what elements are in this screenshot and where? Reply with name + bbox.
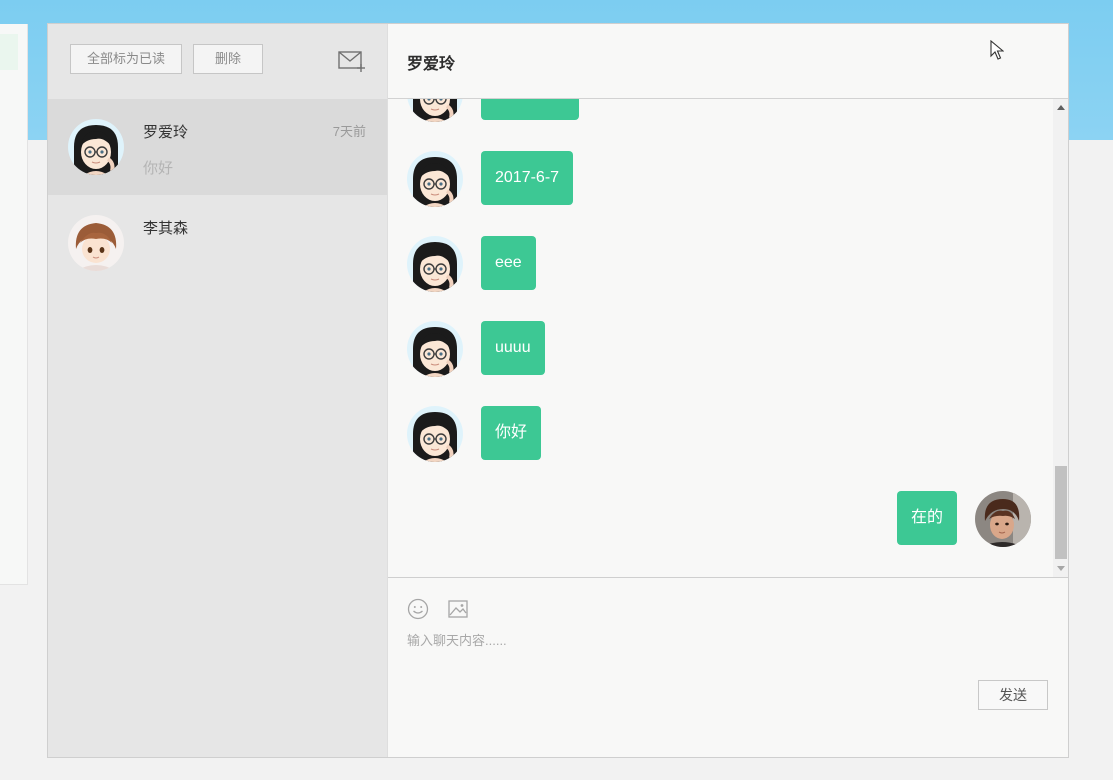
message-bubble: 你好 bbox=[481, 406, 542, 460]
message-bubble: uuuu bbox=[481, 321, 545, 375]
chat-header: 罗爱玲 bbox=[388, 24, 1068, 99]
conversation-item[interactable]: 李其森 bbox=[48, 195, 387, 291]
message-item: uuuu bbox=[388, 321, 1053, 377]
message-bubble: 在的 bbox=[896, 491, 957, 545]
message-item-self: 在的 bbox=[388, 491, 1053, 547]
scroll-thumb[interactable] bbox=[1055, 466, 1067, 559]
avatar bbox=[407, 151, 463, 207]
messenger-window: 全部标为已读 删除 罗爱玲 7天前 你好 李其森 罗爱玲 2017-6-7 ee… bbox=[47, 23, 1069, 758]
chat-panel: 罗爱玲 2017-6-7 eee uuuu 你好 在的 输入聊天内容......… bbox=[387, 24, 1068, 757]
message-item: eee bbox=[388, 236, 1053, 292]
chat-title: 罗爱玲 bbox=[407, 56, 456, 73]
emoji-icon[interactable] bbox=[407, 598, 429, 620]
conversation-preview: 你好 bbox=[143, 160, 174, 177]
message-scrollbar[interactable] bbox=[1053, 99, 1068, 577]
avatar bbox=[68, 119, 124, 175]
avatar bbox=[407, 321, 463, 377]
message-item bbox=[388, 99, 1053, 122]
mark-all-read-button[interactable]: 全部标为已读 bbox=[70, 44, 182, 74]
conversation-sidebar: 全部标为已读 删除 罗爱玲 7天前 你好 李其森 bbox=[48, 24, 387, 757]
message-list[interactable]: 2017-6-7 eee uuuu 你好 在的 bbox=[388, 99, 1069, 577]
image-icon[interactable] bbox=[447, 598, 469, 620]
avatar bbox=[68, 215, 124, 271]
message-bubble: eee bbox=[481, 236, 536, 290]
message-bubble: 2017-6-7 bbox=[481, 151, 574, 205]
mouse-cursor-icon bbox=[990, 40, 1004, 60]
compose-mail-icon[interactable] bbox=[338, 50, 366, 72]
message-input[interactable] bbox=[407, 630, 1047, 710]
background-card bbox=[0, 24, 28, 585]
scroll-up-icon[interactable] bbox=[1057, 105, 1065, 110]
scroll-down-icon[interactable] bbox=[1057, 566, 1065, 571]
avatar bbox=[407, 99, 463, 122]
conversation-name: 李其森 bbox=[143, 220, 189, 237]
message-bubble bbox=[481, 99, 579, 120]
avatar bbox=[407, 406, 463, 462]
conversation-item[interactable]: 罗爱玲 7天前 你好 bbox=[48, 99, 387, 195]
conversation-time: 7天前 bbox=[332, 124, 366, 139]
avatar bbox=[975, 491, 1031, 547]
send-button[interactable]: 发送 bbox=[978, 680, 1048, 710]
sidebar-toolbar: 全部标为已读 删除 bbox=[48, 24, 387, 99]
avatar bbox=[407, 236, 463, 292]
conversation-name: 罗爱玲 bbox=[143, 124, 189, 141]
message-item: 你好 bbox=[388, 406, 1053, 462]
delete-button[interactable]: 删除 bbox=[193, 44, 263, 74]
message-item: 2017-6-7 bbox=[388, 151, 1053, 207]
composer: 发送 bbox=[388, 577, 1068, 757]
